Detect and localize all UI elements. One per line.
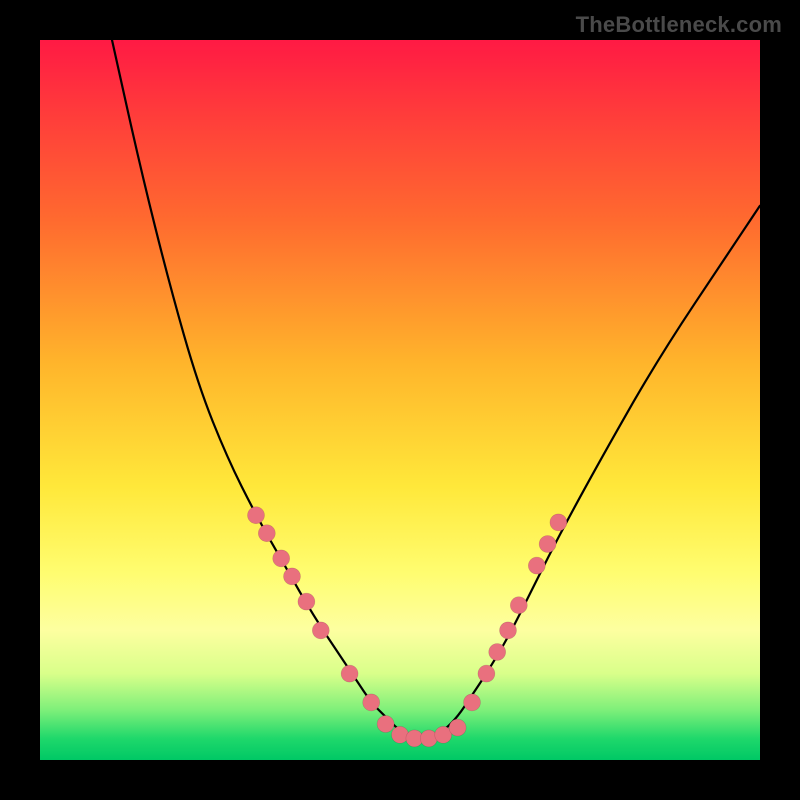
bead-marker <box>550 514 567 531</box>
bead-marker <box>478 665 495 682</box>
curve-right-arm <box>429 206 760 739</box>
bead-marker <box>363 694 380 711</box>
bead-marker <box>273 550 290 567</box>
curve-layer <box>40 40 760 760</box>
bead-marker <box>341 665 358 682</box>
bead-marker <box>284 568 301 585</box>
bead-marker <box>258 525 275 542</box>
bead-marker <box>489 644 506 661</box>
curve-left-arm <box>112 40 429 738</box>
bead-marker <box>298 593 315 610</box>
bead-marker <box>510 597 527 614</box>
bead-marker <box>464 694 481 711</box>
plot-area <box>40 40 760 760</box>
bead-marker <box>449 719 466 736</box>
bead-marker <box>377 716 394 733</box>
chart-frame: TheBottleneck.com <box>0 0 800 800</box>
bead-marker <box>528 557 545 574</box>
bead-marker <box>500 622 517 639</box>
bead-marker <box>248 507 265 524</box>
bead-marker <box>312 622 329 639</box>
watermark-text: TheBottleneck.com <box>576 12 782 38</box>
bead-marker <box>539 536 556 553</box>
bead-group <box>248 507 567 747</box>
